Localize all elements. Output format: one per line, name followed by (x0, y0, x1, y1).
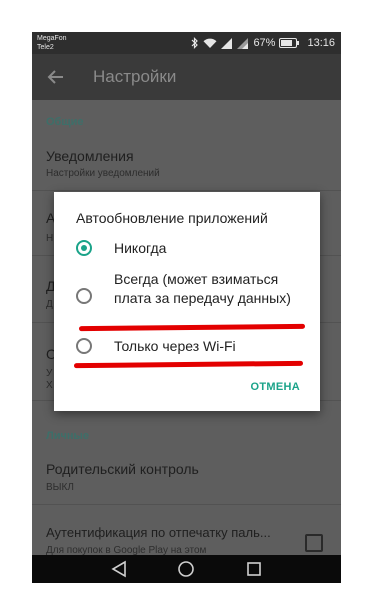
option-never-label: Никогда (114, 240, 167, 256)
notifications-title[interactable]: Уведомления (46, 148, 134, 164)
carrier-label-1: MegaFon (37, 35, 67, 42)
fingerprint-auth-title[interactable]: Аутентификация по отпечатку паль... (46, 525, 271, 540)
radio-unselected-icon[interactable] (76, 338, 92, 354)
hidden-row-1-subtitle: Н (46, 233, 54, 244)
dialog-title: Автообновление приложений (76, 210, 268, 226)
section-header-general: Общие (46, 116, 84, 128)
status-bar: MegaFon Tele2 67% 13:16 (32, 32, 341, 54)
page-title: Настройки (93, 67, 177, 86)
radio-unselected-icon[interactable] (76, 288, 92, 304)
nav-back-icon[interactable] (111, 560, 127, 583)
battery-icon (279, 38, 300, 48)
option-never[interactable]: Никогда (54, 237, 320, 269)
divider (32, 504, 341, 505)
status-icons: 67% 13:16 (191, 32, 335, 54)
signal-icon-2 (237, 37, 249, 49)
bluetooth-icon (191, 37, 199, 49)
option-wifi-only[interactable]: Только через Wi-Fi (54, 335, 320, 363)
signal-icon (221, 37, 233, 49)
carrier-label-2: Tele2 (37, 44, 54, 51)
parental-control-status: ВЫКЛ (46, 482, 74, 493)
app-bar: Настройки (32, 54, 341, 100)
clock: 13:16 (307, 37, 335, 49)
option-wifi-only-label: Только через Wi-Fi (114, 338, 236, 354)
auto-update-dialog: Автообновление приложений Никогда Всегда… (54, 192, 320, 411)
parental-control-title[interactable]: Родительский контроль (46, 461, 199, 477)
cancel-button[interactable]: ОТМЕНА (251, 381, 300, 393)
hidden-row-3-subtitle: У (46, 368, 53, 379)
back-arrow-icon[interactable] (46, 67, 66, 92)
battery-percent: 67% (253, 37, 276, 49)
option-always-label: Всегда (может взиматься плата за передач… (114, 271, 291, 306)
fingerprint-checkbox[interactable] (305, 534, 323, 552)
nav-recents-icon[interactable] (246, 560, 262, 583)
navigation-bar (32, 555, 341, 583)
hidden-row-3-subtitle-2: Х (46, 380, 53, 391)
section-header-personal: Личные (46, 430, 90, 442)
wifi-icon (203, 38, 217, 49)
divider (32, 190, 341, 191)
option-always[interactable]: Всегда (может взиматься плата за передач… (54, 270, 320, 328)
radio-selected-icon[interactable] (76, 240, 92, 256)
nav-home-icon[interactable] (177, 560, 195, 583)
hidden-row-2-subtitle: Д (46, 299, 53, 310)
notifications-subtitle: Настройки уведомлений (46, 168, 160, 179)
